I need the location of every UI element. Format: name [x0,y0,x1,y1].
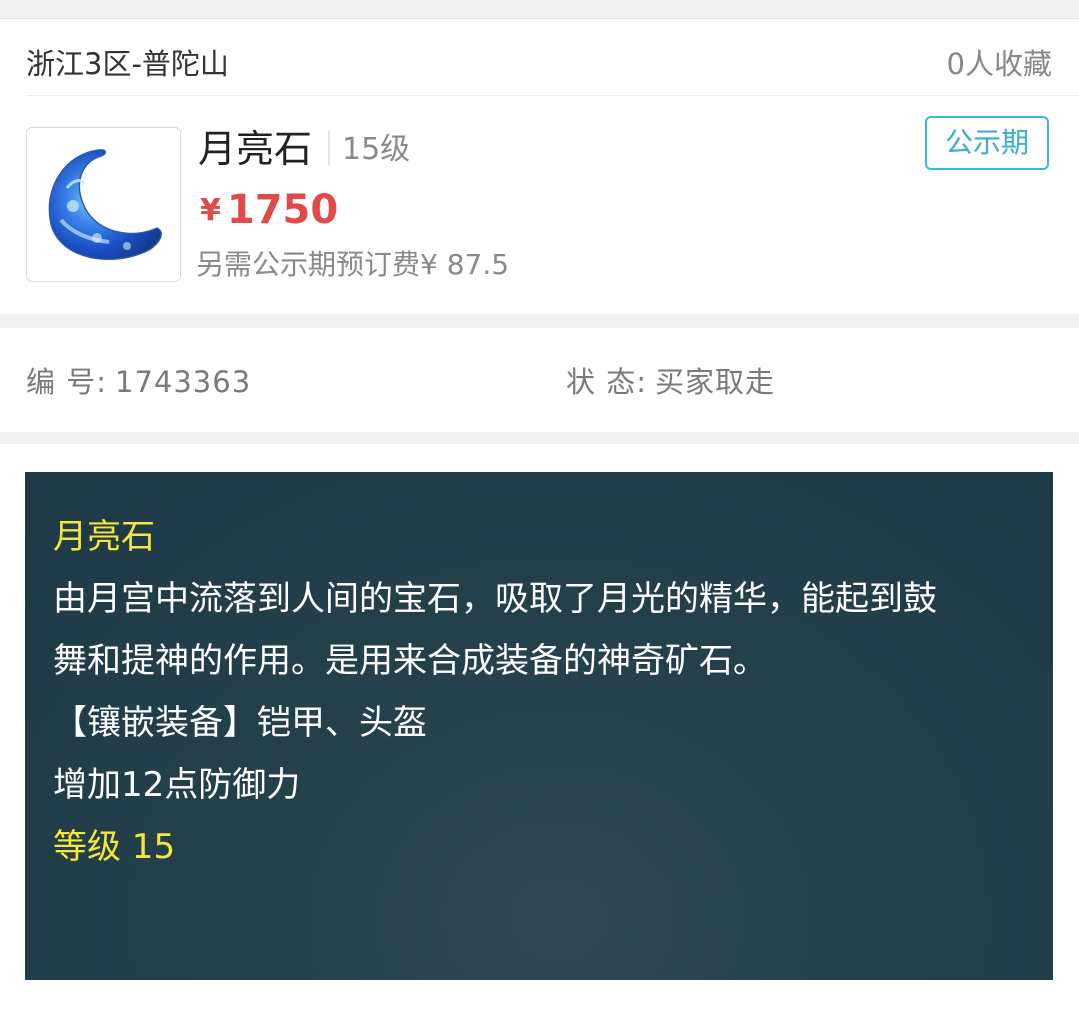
item-id-value: 1743363 [115,365,252,399]
item-state-value: 买家取走 [655,365,776,399]
item-state: 状 态: 买家取走 [566,362,775,402]
item-detail-page: 浙江3区-普陀山 0人收藏 月亮石 15级 ¥1750 另需公示期预订费¥ 87 [0,0,1079,1029]
top-divider [0,0,1079,19]
description-line: 舞和提神的作用。是用来合成装备的神奇矿石。 [53,641,767,681]
server-name: 浙江3区-普陀山 [26,47,229,81]
currency-symbol: ¥ [200,193,221,228]
section-gap [0,432,1079,444]
description-level: 等级 15 [53,827,176,867]
info-row: 编 号: 1743363 状 态: 买家取走 [26,362,1052,402]
item-thumbnail[interactable] [26,127,181,282]
description-title: 月亮石 [53,517,155,557]
description-line: 由月宫中流落到人间的宝石，吸取了月光的精华，能起到鼓 [53,579,937,619]
item-level: 15级 [342,132,411,167]
section-gap [0,314,1079,328]
status-tag: 公示期 [925,116,1049,170]
item-name: 月亮石 [198,127,313,171]
item-id: 编 号: 1743363 [26,362,251,402]
inlay-equipment-line: 【镶嵌装备】铠甲、头盔 [53,703,427,743]
favorite-count[interactable]: 0人收藏 [947,44,1052,84]
level-separator [328,131,330,165]
item-id-label: 编 号: [26,365,107,399]
server-row: 浙江3区-普陀山 0人收藏 [26,44,1052,84]
divider [26,95,1079,96]
moonstone-gem-icon [48,149,162,261]
item-price: ¥1750 [200,186,338,235]
price-value: 1750 [226,187,339,233]
item-description-panel: 月亮石 由月宫中流落到人间的宝石，吸取了月光的精华，能起到鼓 舞和提神的作用。是… [25,472,1053,980]
bonus-line: 增加12点防御力 [53,765,301,805]
item-state-label: 状 态: [566,365,647,399]
reservation-fee: 另需公示期预订费¥ 87.5 [196,248,510,281]
